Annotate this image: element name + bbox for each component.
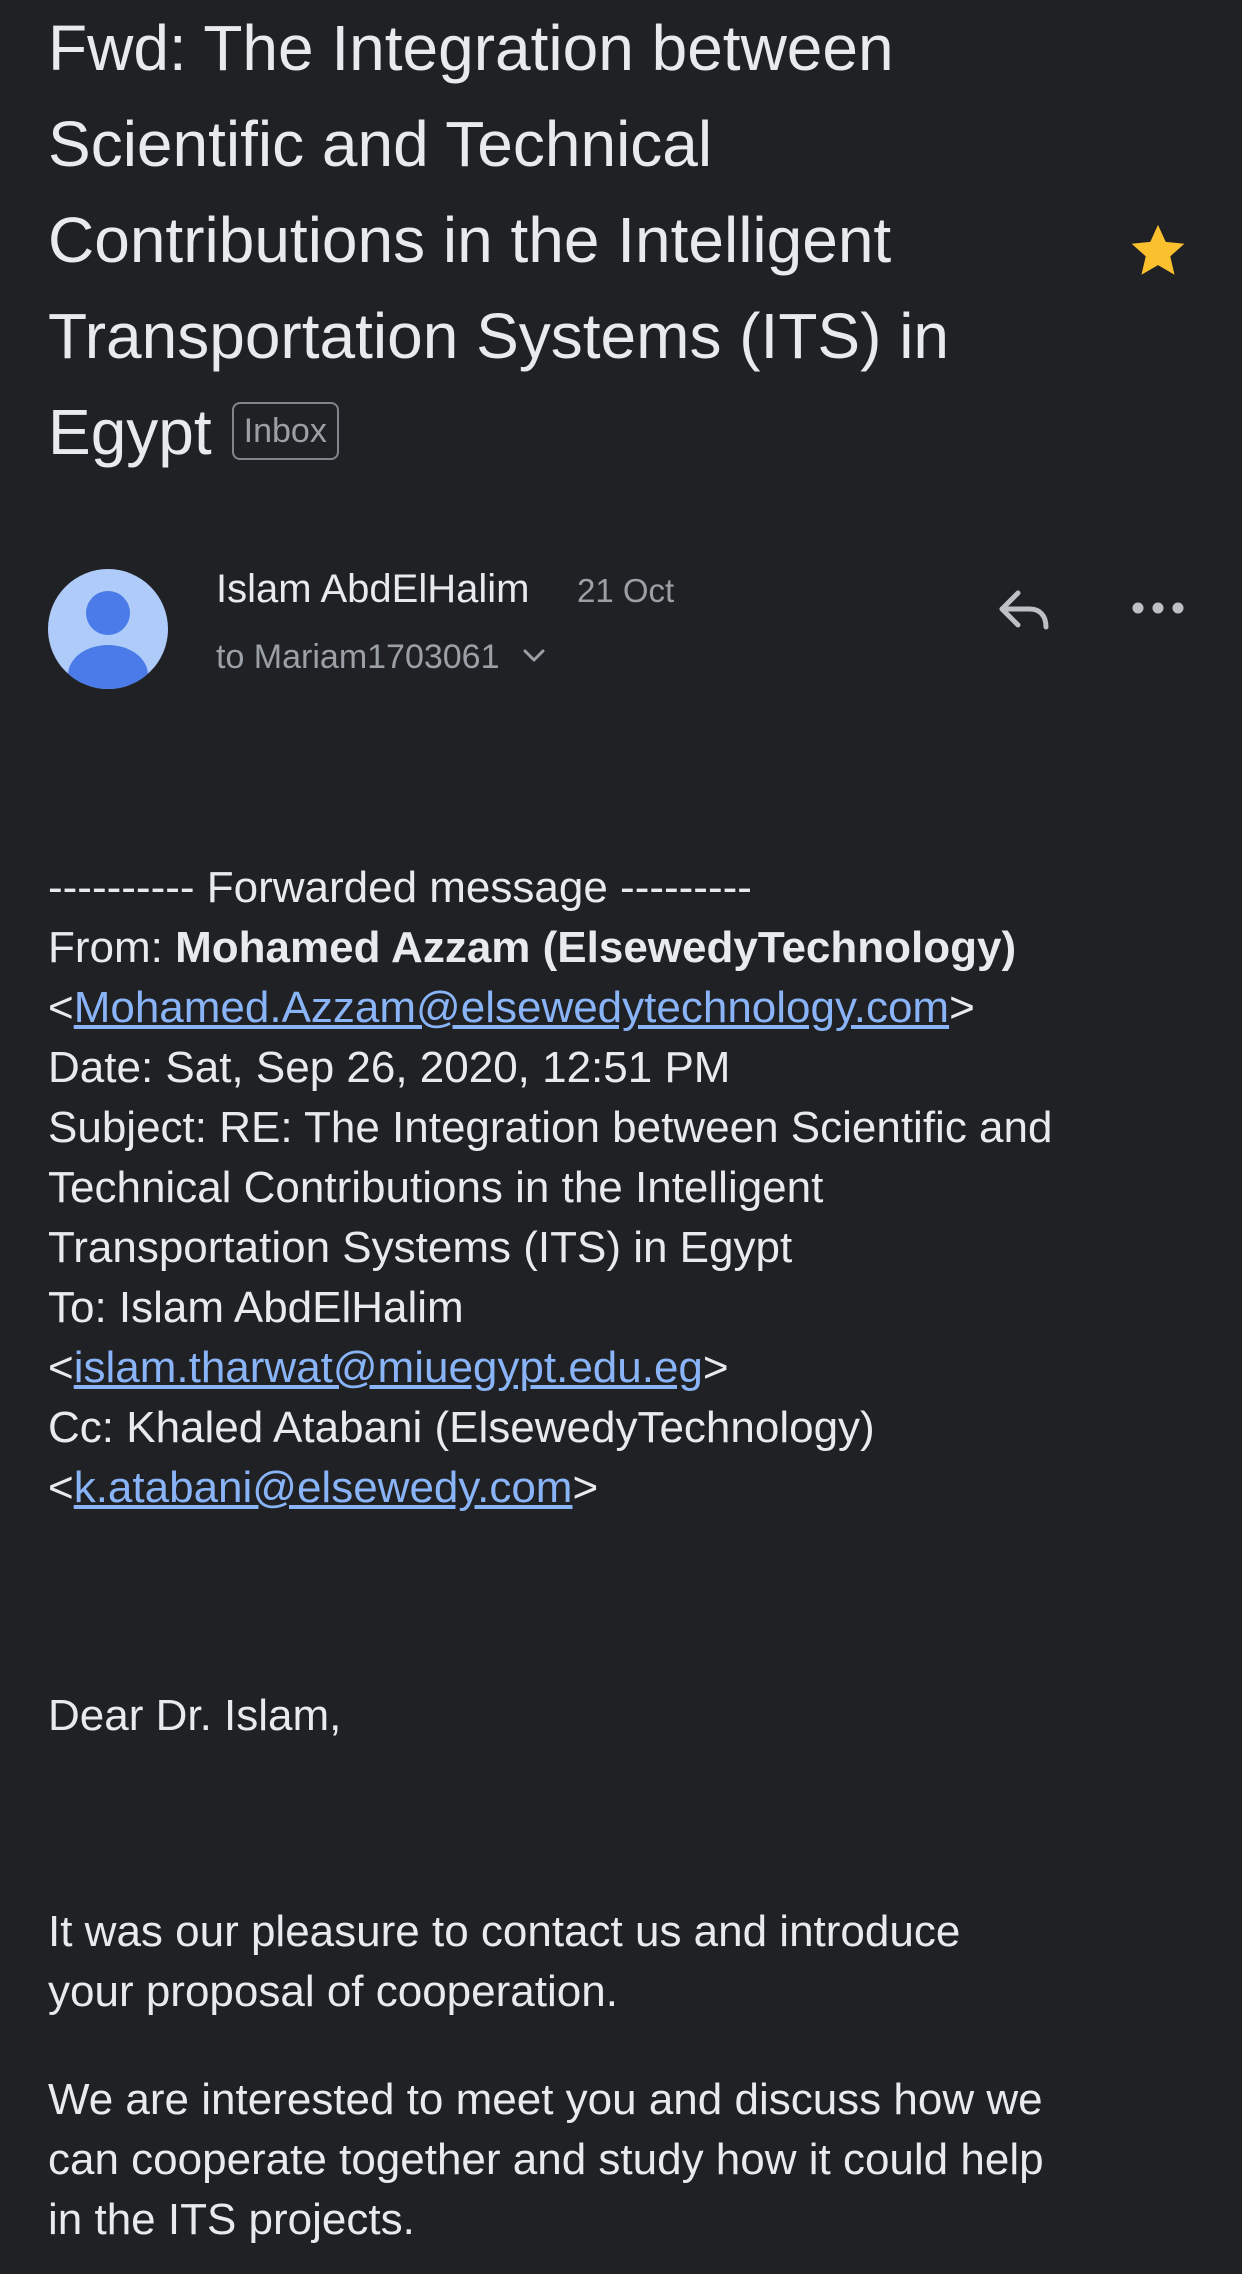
paragraph-line: We are interested to meet you and discus…	[48, 2075, 1043, 2124]
date-line: Date: Sat, Sep 26, 2020, 12:51 PM	[48, 1043, 731, 1092]
to-email-link[interactable]: islam.tharwat@miuegypt.edu.eg	[74, 1343, 703, 1392]
from-line: From: Mohamed Azzam (ElsewedyTechnology)	[48, 918, 1208, 978]
star-icon[interactable]	[1124, 219, 1192, 283]
from-email-link[interactable]: Mohamed.Azzam@elsewedytechnology.com	[74, 983, 949, 1032]
cc-email-line: <k.atabani@elsewedy.com>	[48, 1463, 599, 1512]
person-icon	[68, 591, 148, 689]
paragraph-line: can cooperate together and study how it …	[48, 2135, 1044, 2184]
email-subject: Fwd: The Integration between Scientific …	[48, 0, 1098, 480]
subject-line: Scientific and Technical	[48, 108, 713, 180]
from-name: Mohamed Azzam (ElsewedyTechnology)	[175, 923, 1017, 972]
recipient-details-toggle[interactable]: to Mariam1703061	[216, 635, 545, 679]
avatar[interactable]	[48, 569, 168, 689]
chevron-down-icon	[523, 649, 545, 662]
subject-line: Fwd: The Integration between	[48, 12, 894, 84]
greeting: Dear Dr. Islam,	[48, 1691, 342, 1740]
subject-line-fwd: Technical Contributions in the Intellige…	[48, 1163, 824, 1212]
forwarded-message-header: ---------- Forwarded message --------- F…	[48, 858, 1208, 1518]
subject-last-line: Egypt Inbox	[48, 384, 1098, 480]
paragraph-line: your proposal of cooperation.	[48, 1967, 618, 2016]
sender-name[interactable]: Islam AbdElHalim	[216, 565, 529, 613]
to-line: To: Islam AbdElHalim	[48, 1283, 464, 1332]
subject-line-fwd: Subject: RE: The Integration between Sci…	[48, 1103, 1053, 1152]
message-paragraph: It was our pleasure to contact us and in…	[48, 1902, 1218, 2022]
subject-line: Transportation Systems (ITS) in	[48, 300, 949, 372]
reply-icon[interactable]	[994, 579, 1054, 639]
inbox-label-badge[interactable]: Inbox	[231, 402, 339, 461]
paragraph-line: in the ITS projects.	[48, 2195, 415, 2244]
subject-line-fwd: Transportation Systems (ITS) in Egypt	[48, 1223, 793, 1272]
to-email-line: <islam.tharwat@miuegypt.edu.eg>	[48, 1343, 729, 1392]
from-label: From:	[48, 923, 176, 972]
cc-line: Cc: Khaled Atabani (ElsewedyTechnology)	[48, 1403, 875, 1452]
subject-line: Egypt	[48, 396, 212, 468]
from-email-line: <Mohamed.Azzam@elsewedytechnology.com>	[48, 983, 975, 1032]
more-options-icon[interactable]	[1128, 593, 1188, 623]
sender-row: Islam AbdElHalim 21 Oct to Mariam1703061	[0, 565, 1242, 695]
recipient-text: to Mariam1703061	[216, 638, 500, 676]
paragraph-line: It was our pleasure to contact us and in…	[48, 1907, 961, 1956]
forwarded-divider: ---------- Forwarded message ---------	[48, 863, 752, 912]
subject-line: Contributions in the Intelligent	[48, 204, 892, 276]
email-subject-block: Fwd: The Integration between Scientific …	[48, 0, 1098, 480]
cc-email-link[interactable]: k.atabani@elsewedy.com	[74, 1463, 573, 1512]
message-paragraph: We are interested to meet you and discus…	[48, 2070, 1218, 2250]
sender-date: 21 Oct	[577, 572, 675, 609]
